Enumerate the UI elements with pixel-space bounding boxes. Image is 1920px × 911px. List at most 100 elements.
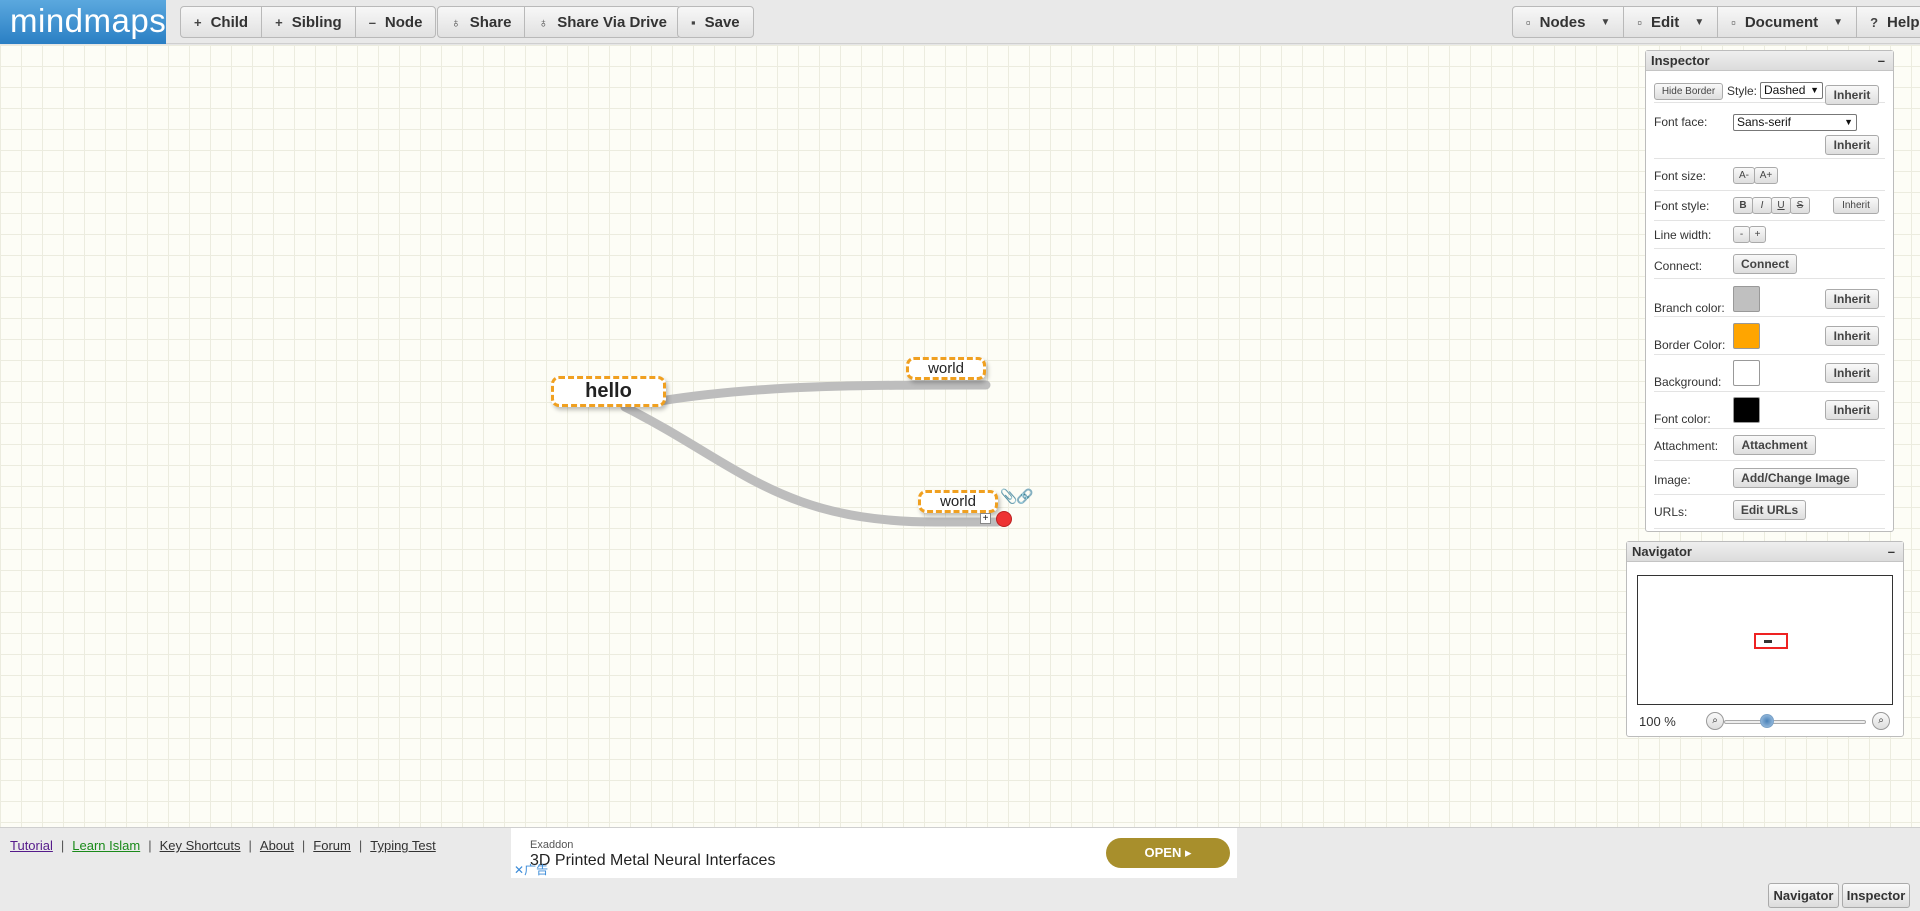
attachment-row: Attachment: Attachment [1654,431,1885,461]
add-sibling-button[interactable]: + Sibling [261,6,356,38]
typing-test-link[interactable]: Typing Test [370,838,436,853]
border-style-select[interactable]: Dashed ▼ [1760,82,1823,99]
app-logo: mindmaps [0,0,166,44]
strikethrough-button[interactable]: S [1790,197,1810,214]
zoom-in-icon[interactable]: ⌕ [1872,712,1890,730]
document-icon: ▫ [1637,14,1642,30]
line-width-decrease-button[interactable]: - [1733,226,1750,243]
font-style-row: Font style: B I U S Inherit [1654,191,1885,221]
italic-button[interactable]: I [1752,197,1772,214]
background-color-swatch[interactable] [1733,360,1760,386]
paperclip-icon[interactable]: 📎 [1000,488,1017,505]
font-color-swatch[interactable] [1733,397,1760,423]
add-change-image-button[interactable]: Add/Change Image [1733,468,1858,488]
zoom-level: 100 % [1639,714,1676,729]
chevron-down-icon: ▼ [1844,117,1853,127]
font-color-row: Font color: Inherit [1654,392,1885,429]
bulb-icon: ♁ [538,14,549,30]
learn-islam-link[interactable]: Learn Islam [72,838,140,853]
caret-down-icon: ▼ [1694,16,1705,28]
font-face-select[interactable]: Sans-serif ▼ [1733,114,1857,131]
navigator-viewport[interactable] [1637,575,1893,705]
font-face-inherit-button[interactable]: Inherit [1825,135,1879,155]
bold-button[interactable]: B [1733,197,1753,214]
border-row: Hide Border Style: Dashed ▼ Inherit [1654,77,1885,105]
save-button[interactable]: ▪ Save [677,6,754,38]
minimize-icon[interactable]: – [1878,51,1885,71]
attachment-button[interactable]: Attachment [1733,435,1816,455]
question-icon: ? [1870,14,1879,30]
document-menu-button[interactable]: ▫ Document ▼ [1717,6,1858,38]
inspector-panel: Inspector – Hide Border Style: Dashed ▼ … [1645,50,1894,532]
branch-color-inherit-button[interactable]: Inherit [1825,289,1879,309]
inspector-toggle-button[interactable]: Inspector [1842,883,1910,908]
menu-group: ▫ Nodes ▼ ▫ Edit ▼ ▫ Document ▼ ? Help [1512,6,1920,38]
font-size-decrease-button[interactable]: A- [1733,167,1755,184]
ad-close-button[interactable]: ✕广告 [514,861,548,878]
zoom-slider-thumb[interactable] [1760,714,1774,728]
child-node-selected[interactable]: world [918,490,998,513]
close-icon: ✕ [514,863,525,877]
line-width-increase-button[interactable]: + [1749,226,1766,243]
ad-title[interactable]: 3D Printed Metal Neural Interfaces [530,852,775,870]
image-row: Image: Add/Change Image [1654,463,1885,495]
root-node[interactable]: hello [551,376,666,407]
share-via-drive-button[interactable]: ♁ Share Via Drive [524,6,681,38]
key-shortcuts-link[interactable]: Key Shortcuts [160,838,241,853]
footer: Tutorial | Learn Islam | Key Shortcuts | About… [0,827,1920,911]
caret-down-icon: ▼ [1600,16,1611,28]
hide-border-button[interactable]: Hide Border [1654,83,1723,100]
font-size-increase-button[interactable]: A+ [1754,167,1778,184]
delete-node-button[interactable]: – Node [354,6,437,38]
add-child-button[interactable]: + Child [180,6,263,38]
navigator-toggle-button[interactable]: Navigator [1768,883,1839,908]
document-icon: ▫ [1731,14,1736,30]
save-group: ▪ Save [677,6,754,38]
forum-link[interactable]: Forum [313,838,351,853]
chevron-down-icon: ▼ [1810,85,1819,95]
connect-row: Connect: Connect [1654,249,1885,279]
tutorial-link[interactable]: Tutorial [10,838,53,853]
link-icon[interactable]: 🔗 [1016,488,1033,505]
zoom-slider[interactable] [1724,720,1866,724]
share-button[interactable]: ♁ Share [437,6,526,38]
border-color-row: Border Color: Inherit [1654,318,1885,355]
font-color-inherit-button[interactable]: Inherit [1825,400,1879,420]
underline-button[interactable]: U [1771,197,1791,214]
minimap-node [1764,640,1772,643]
bulb-icon: ♁ [451,14,461,30]
minus-icon: – [368,14,376,30]
drag-handle-icon[interactable] [996,511,1012,527]
border-inherit-button[interactable]: Inherit [1825,85,1879,105]
urls-row: URLs: Edit URLs [1654,497,1885,529]
branch-color-row: Branch color: Inherit [1654,281,1885,317]
nodes-menu-button[interactable]: ▫ Nodes ▼ [1512,6,1625,38]
branch-line [655,380,991,406]
ad-banner[interactable]: Exaddon 3D Printed Metal Neural Interfac… [511,828,1237,878]
help-button[interactable]: ? Help [1856,6,1920,38]
about-link[interactable]: About [260,838,294,853]
branch-color-swatch[interactable] [1733,286,1760,312]
connect-button[interactable]: Connect [1733,254,1797,274]
font-size-row: Font size: A- A+ [1654,161,1885,191]
background-color-row: Background: Inherit [1654,355,1885,392]
node-actions-group: + Child + Sibling – Node [180,6,437,38]
fold-toggle-icon[interactable]: + [980,513,991,524]
document-icon: ▫ [1526,14,1531,30]
border-color-swatch[interactable] [1733,323,1760,349]
edit-urls-button[interactable]: Edit URLs [1733,500,1806,520]
zoom-out-icon[interactable]: ⌕ [1706,712,1724,730]
border-color-inherit-button[interactable]: Inherit [1825,326,1879,346]
minimize-icon[interactable]: – [1888,542,1895,562]
navigator-panel: Navigator – 100 % ⌕ ⌕ [1626,541,1904,737]
edit-menu-button[interactable]: ▫ Edit ▼ [1623,6,1719,38]
footer-links: Tutorial | Learn Islam | Key Shortcuts | About… [10,838,436,853]
background-inherit-button[interactable]: Inherit [1825,363,1879,383]
toolbar: mindmaps + Child + Sibling – Node ♁ Shar… [0,0,1920,44]
inspector-header[interactable]: Inspector – [1646,51,1893,71]
ad-open-button[interactable]: OPEN ▸ [1106,838,1230,868]
font-face-row: Font face: Sans-serif ▼ Inherit [1654,109,1885,159]
navigator-header[interactable]: Navigator – [1627,542,1903,562]
font-style-inherit-button[interactable]: Inherit [1833,197,1879,214]
child-node[interactable]: world [906,357,986,380]
